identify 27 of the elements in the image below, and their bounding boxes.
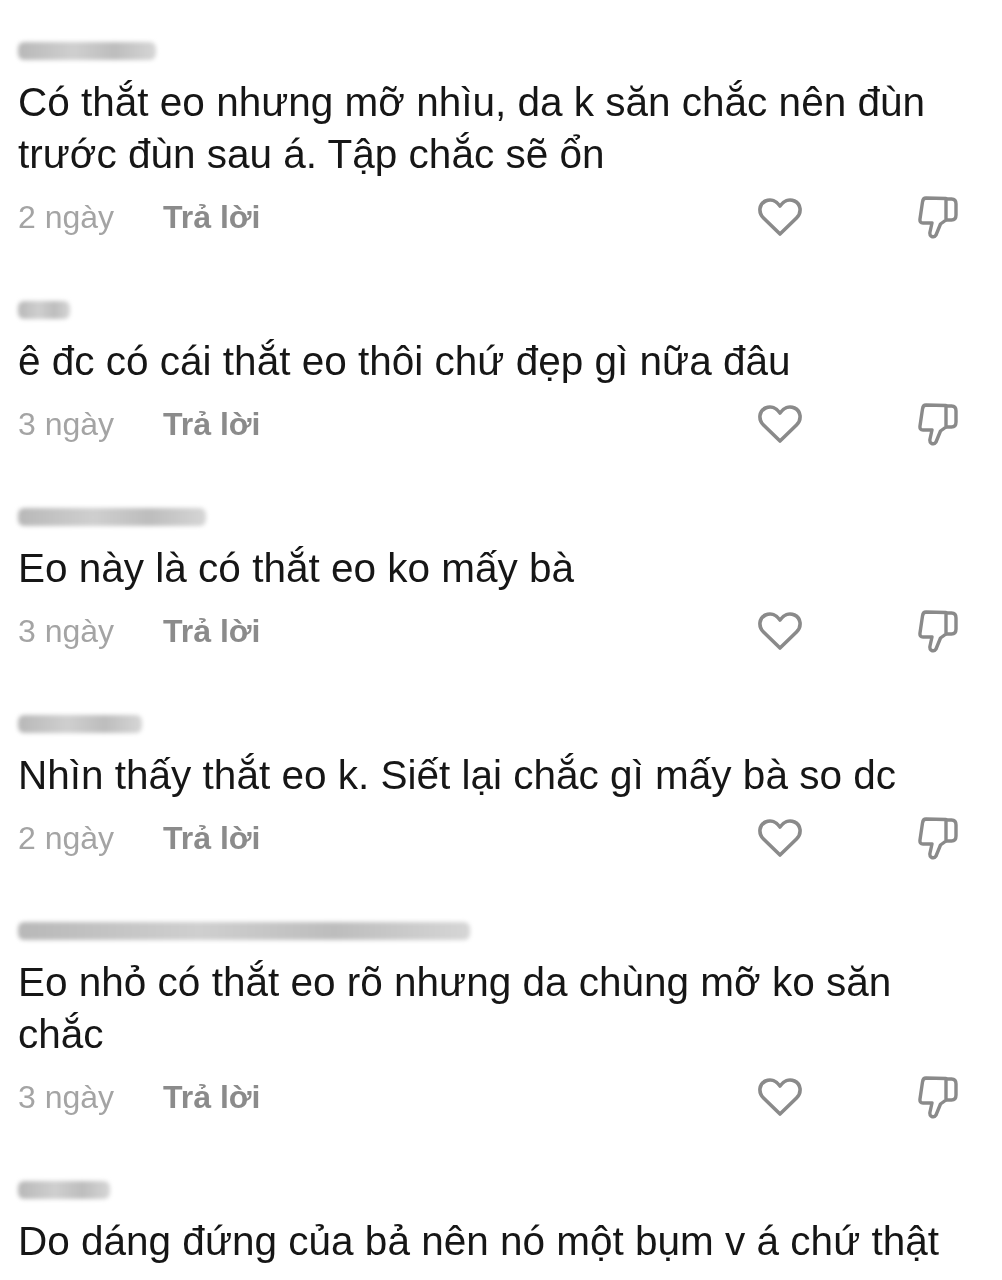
thumbs-down-icon[interactable]	[916, 401, 960, 447]
comment-age: 3 ngày	[18, 1078, 116, 1116]
comment-text: Eo nhỏ có thắt eo rõ nhưng da chùng mỡ ko săn chắc	[18, 958, 893, 1059]
comment-age: 2 ngày	[18, 819, 116, 857]
heart-icon[interactable]	[757, 818, 803, 858]
reply-button[interactable]: Trả lời	[163, 1078, 261, 1116]
heart-icon[interactable]	[757, 1077, 803, 1117]
thumbs-down-icon[interactable]	[916, 1074, 960, 1120]
comment-text: ê đc có cái thắt eo thôi chứ đẹp gì nữa đâu	[18, 337, 792, 386]
reply-button[interactable]: Trả lời	[163, 819, 261, 857]
heart-icon[interactable]	[757, 404, 803, 444]
comment-text: Eo này là có thắt eo ko mấy bà	[18, 544, 576, 593]
reply-button[interactable]: Trả lời	[163, 612, 261, 650]
reply-button[interactable]: Trả lời	[163, 405, 261, 443]
comment-age: 3 ngày	[18, 612, 116, 650]
heart-icon[interactable]	[757, 197, 803, 237]
comment-text: Do dáng đứng của bả nên nó một bụm v á chứ thật	[18, 1217, 941, 1266]
reply-button[interactable]: Trả lời	[163, 198, 261, 236]
thumbs-down-icon[interactable]	[916, 608, 960, 654]
comment-age: 2 ngày	[18, 198, 116, 236]
comment-text: Có thắt eo nhưng mỡ nhìu, da k săn chắc nên đùn trước đùn sau á. Tập chắc sẽ ổn	[18, 78, 927, 179]
blurred-username	[18, 301, 70, 319]
comment-age: 3 ngày	[18, 405, 116, 443]
comment-text: Nhìn thấy thắt eo k. Siết lại chắc gì mấy bà so dc	[18, 751, 897, 800]
heart-icon[interactable]	[757, 611, 803, 651]
thumbs-down-icon[interactable]	[916, 815, 960, 861]
thumbs-down-icon[interactable]	[916, 194, 960, 240]
